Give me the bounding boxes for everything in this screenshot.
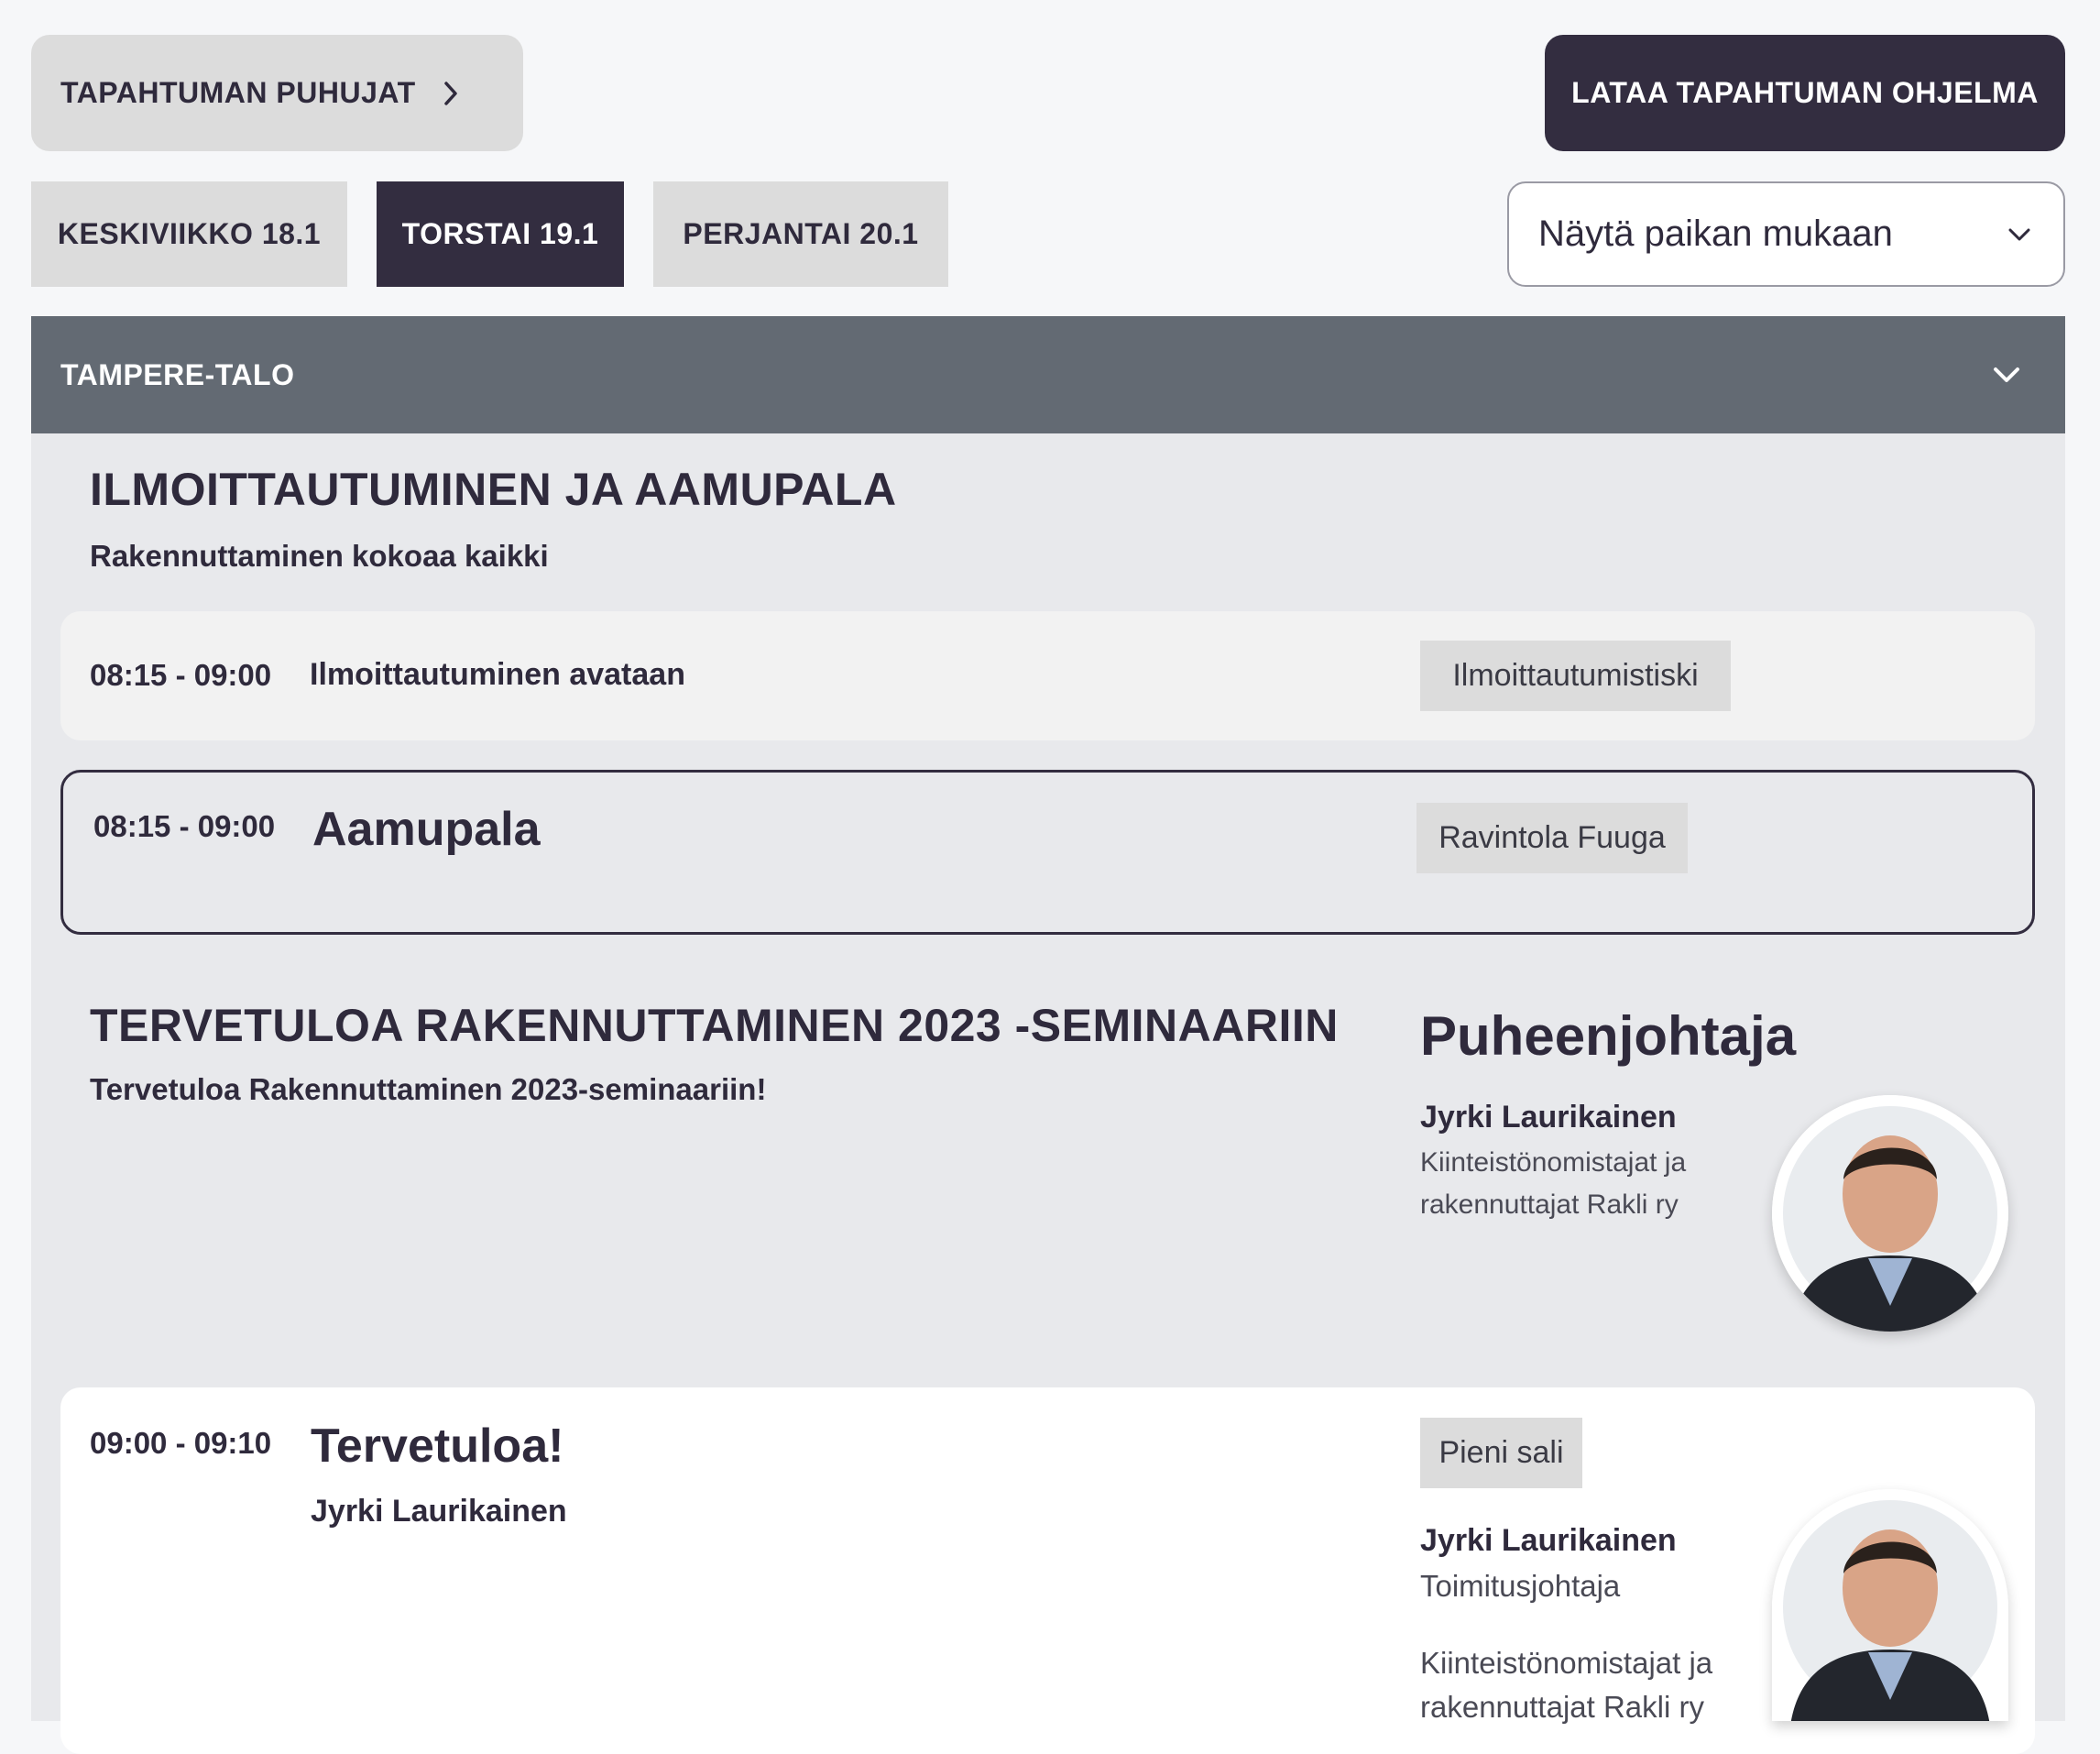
- speaker-org-line1: Kiinteistönomistajat ja: [1420, 1646, 1713, 1680]
- tab-label: KESKIVIIKKO 18.1: [57, 217, 322, 250]
- event-title: Tervetuloa!: [311, 1420, 564, 1473]
- tab-thursday[interactable]: TORSTAI 19.1: [377, 181, 624, 287]
- tab-label: PERJANTAI 20.1: [683, 217, 919, 250]
- place-filter-value: Näytä paikan mukaan: [1538, 214, 1893, 254]
- download-program-label: LATAA TAPAHTUMAN OHJELMA: [1571, 76, 2039, 109]
- chair-heading: Puheenjohtaja: [1420, 1005, 1797, 1067]
- chair-name: Jyrki Laurikainen: [1420, 1100, 1677, 1135]
- event-speakers-label: TAPAHTUMAN PUHUJAT: [60, 76, 416, 109]
- tab-friday[interactable]: PERJANTAI 20.1: [653, 181, 948, 287]
- section-title: ILMOITTAUTUMINEN JA AAMUPALA: [90, 464, 897, 515]
- avatar[interactable]: [1772, 1095, 2008, 1332]
- tab-label: TORSTAI 19.1: [401, 217, 599, 250]
- event-title: Ilmoittautuminen avataan: [310, 657, 685, 692]
- event-time: 09:00 - 09:10: [90, 1426, 272, 1460]
- speaker-name: Jyrki Laurikainen: [1420, 1523, 1677, 1558]
- tab-wednesday[interactable]: KESKIVIIKKO 18.1: [31, 181, 347, 287]
- event-speakers-button[interactable]: TAPAHTUMAN PUHUJAT: [31, 35, 523, 151]
- event-time: 08:15 - 09:00: [90, 658, 272, 692]
- speaker-role: Toimitusjohtaja: [1420, 1569, 1621, 1603]
- section-title: TERVETULOA RAKENNUTTAMINEN 2023 -SEMINAA…: [90, 1000, 1339, 1051]
- chair-org-line1: Kiinteistönomistajat ja: [1420, 1147, 1687, 1178]
- chevron-right-icon: [436, 79, 465, 108]
- place-filter-select[interactable]: Näytä paikan mukaan: [1507, 181, 2065, 287]
- location-badge: Ravintola Fuuga: [1416, 803, 1688, 873]
- location-badge: Ilmoittautumistiski: [1420, 641, 1731, 711]
- event-title: Aamupala: [312, 803, 541, 856]
- venue-name: TAMPERE-TALO: [60, 357, 295, 391]
- chevron-down-icon: [1986, 355, 2027, 395]
- download-program-button[interactable]: LATAA TAPAHTUMAN OHJELMA: [1545, 35, 2065, 151]
- event-speaker-line: Jyrki Laurikainen: [311, 1494, 567, 1529]
- venue-accordion-header[interactable]: TAMPERE-TALO: [31, 316, 2065, 433]
- section-subtitle: Rakennuttaminen kokoaa kaikki: [90, 539, 549, 573]
- avatar[interactable]: [1772, 1489, 2008, 1721]
- chair-org-line2: rakennuttajat Rakli ry: [1420, 1189, 1679, 1220]
- section-subtitle: Tervetuloa Rakennuttaminen 2023-seminaar…: [90, 1072, 767, 1106]
- chevron-down-icon: [2003, 218, 2036, 251]
- location-badge: Pieni sali: [1420, 1418, 1582, 1488]
- event-time: 08:15 - 09:00: [93, 809, 276, 843]
- speaker-org-line2: rakennuttajat Rakli ry: [1420, 1690, 1704, 1724]
